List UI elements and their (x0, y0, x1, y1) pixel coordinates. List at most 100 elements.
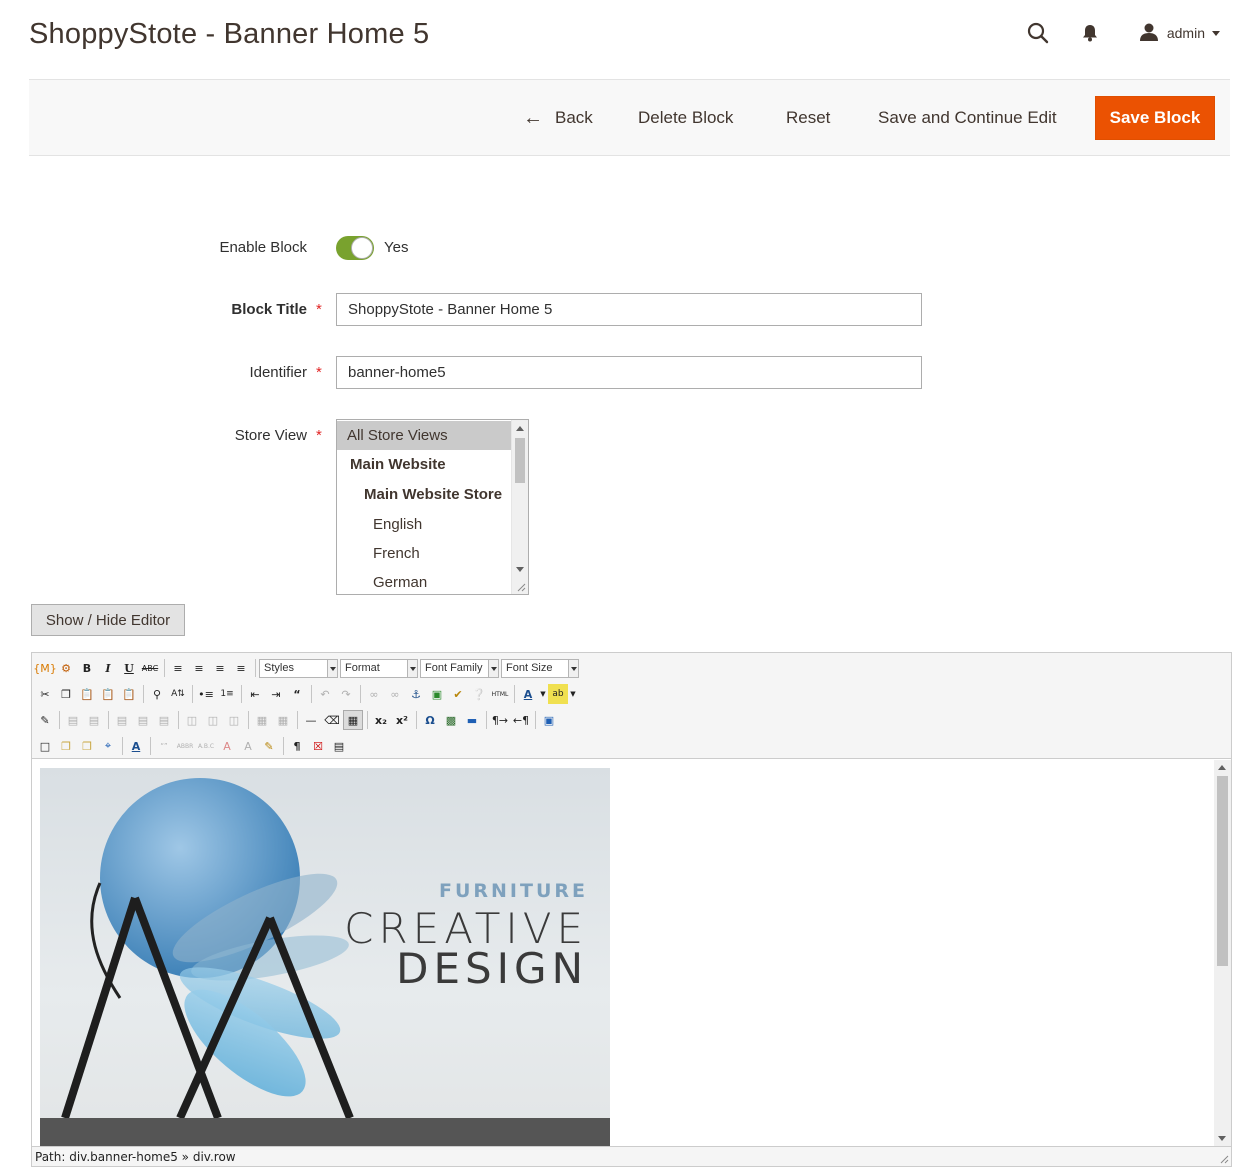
font-size-select[interactable]: Font Size (501, 658, 579, 678)
editor-scrollbar[interactable] (1214, 760, 1231, 1146)
italic-icon[interactable]: I (98, 658, 118, 678)
unlink-icon[interactable]: ∞ (385, 684, 405, 704)
superscript-icon[interactable]: x² (392, 710, 412, 730)
visual-aid-icon[interactable]: ▦ (343, 710, 363, 730)
search-icon[interactable] (1023, 18, 1053, 48)
delete-block-button[interactable]: Delete Block (638, 96, 733, 140)
paste-icon[interactable]: 📋 (77, 684, 97, 704)
styles-select[interactable]: Styles (259, 658, 338, 678)
special-char-icon[interactable]: Ω (420, 710, 440, 730)
replace-icon[interactable]: A⇅ (168, 684, 188, 704)
scroll-up-icon[interactable] (516, 426, 524, 431)
remove-format-icon[interactable]: ⌫ (322, 710, 342, 730)
store-view-option[interactable]: Main Website (337, 450, 511, 479)
media-icon[interactable]: ▩ (441, 710, 461, 730)
store-view-multiselect[interactable]: All Store Views Main Website Main Websit… (336, 419, 529, 595)
chevron-down-icon[interactable]: ▼ (569, 684, 577, 704)
link-icon[interactable]: ∞ (364, 684, 384, 704)
background-color-icon[interactable]: ab (548, 684, 568, 704)
font-family-select[interactable]: Font Family (420, 658, 499, 678)
help-icon[interactable]: ❔ (469, 684, 489, 704)
insert-layer-icon[interactable]: □ (35, 736, 55, 756)
store-view-option[interactable]: German (337, 568, 511, 594)
horizontal-rule-icon[interactable]: — (301, 710, 321, 730)
bold-icon[interactable]: B (77, 658, 97, 678)
align-left-icon[interactable]: ≡ (168, 658, 188, 678)
subscript-icon[interactable]: x₂ (371, 710, 391, 730)
image-icon[interactable]: ▣ (427, 684, 447, 704)
ins-icon[interactable]: A (238, 736, 258, 756)
align-right-icon[interactable]: ≡ (210, 658, 230, 678)
cell-props-icon[interactable]: ▤ (84, 710, 104, 730)
insert-col-after-icon[interactable]: ◫ (203, 710, 223, 730)
split-cells-icon[interactable]: ▦ (252, 710, 272, 730)
outdent-icon[interactable]: ⇤ (245, 684, 265, 704)
block-title-input[interactable] (336, 293, 922, 326)
page-break-icon[interactable]: ▤ (329, 736, 349, 756)
absolute-icon[interactable]: ⌖ (98, 736, 118, 756)
abbr-icon[interactable]: ABBR (175, 736, 195, 756)
insert-row-after-icon[interactable]: ▤ (133, 710, 153, 730)
html-source-icon[interactable]: HTML (490, 684, 510, 704)
edit-block-icon[interactable]: ✎ (35, 710, 55, 730)
format-select[interactable]: Format (340, 658, 418, 678)
show-hide-editor-button[interactable]: Show / Hide Editor (31, 604, 185, 636)
store-view-scrollbar[interactable] (511, 420, 528, 594)
nonbreaking-icon[interactable]: ▬ (462, 710, 482, 730)
move-forward-icon[interactable]: ❐ (56, 736, 76, 756)
merge-cells-icon[interactable]: ▦ (273, 710, 293, 730)
indent-icon[interactable]: ⇥ (266, 684, 286, 704)
row-props-icon[interactable]: ▤ (63, 710, 83, 730)
admin-user-menu[interactable]: admin (1139, 23, 1220, 44)
save-block-button[interactable]: Save Block (1095, 96, 1215, 140)
scroll-down-icon[interactable] (1218, 1136, 1226, 1141)
store-view-option[interactable]: Main Website Store (337, 480, 511, 509)
template-icon[interactable]: ☒ (308, 736, 328, 756)
store-view-option[interactable]: English (337, 510, 511, 539)
reset-button[interactable]: Reset (786, 96, 830, 140)
ltr-icon[interactable]: ¶→ (490, 710, 510, 730)
paste-text-icon[interactable]: 📋 (98, 684, 118, 704)
anchor-icon[interactable]: ⚓ (406, 684, 426, 704)
enable-block-toggle[interactable] (336, 236, 374, 260)
identifier-input[interactable] (336, 356, 922, 389)
scroll-down-icon[interactable] (516, 567, 524, 572)
move-backward-icon[interactable]: ❐ (77, 736, 97, 756)
redo-icon[interactable]: ↷ (336, 684, 356, 704)
insert-variable-icon[interactable]: {M} (33, 658, 57, 678)
show-blocks-icon[interactable]: ¶ (287, 736, 307, 756)
acronym-icon[interactable]: A.B.C (196, 736, 216, 756)
editor-content-area[interactable]: FURNITURE CREATIVE DESIGN (32, 760, 1231, 1146)
scroll-up-icon[interactable] (1218, 765, 1226, 770)
strikethrough-icon[interactable]: ABC (140, 658, 160, 678)
insert-col-before-icon[interactable]: ◫ (182, 710, 202, 730)
attributes-icon[interactable]: ✎ (259, 736, 279, 756)
bell-icon[interactable] (1075, 18, 1105, 48)
save-and-continue-button[interactable]: Save and Continue Edit (878, 96, 1057, 140)
copy-icon[interactable]: ❐ (56, 684, 76, 704)
cite-icon[interactable]: “” (154, 736, 174, 756)
style-props-icon[interactable]: A (126, 736, 146, 756)
resize-grip-icon[interactable] (516, 582, 526, 592)
scroll-thumb[interactable] (515, 438, 525, 483)
fullscreen-icon[interactable]: ▣ (539, 710, 559, 730)
align-justify-icon[interactable]: ≡ (231, 658, 251, 678)
insert-row-before-icon[interactable]: ▤ (112, 710, 132, 730)
bullet-list-icon[interactable]: •≡ (196, 684, 216, 704)
delete-row-icon[interactable]: ▤ (154, 710, 174, 730)
rtl-icon[interactable]: ←¶ (511, 710, 531, 730)
text-color-icon[interactable]: A (518, 684, 538, 704)
del-icon[interactable]: A (217, 736, 237, 756)
numbered-list-icon[interactable]: 1≡ (217, 684, 237, 704)
paste-word-icon[interactable]: 📋 (119, 684, 139, 704)
undo-icon[interactable]: ↶ (315, 684, 335, 704)
resize-grip-icon[interactable] (1219, 1154, 1229, 1164)
align-center-icon[interactable]: ≡ (189, 658, 209, 678)
find-icon[interactable]: ⚲ (147, 684, 167, 704)
cleanup-icon[interactable]: ✔ (448, 684, 468, 704)
back-button[interactable]: ← Back (523, 96, 593, 140)
cut-icon[interactable]: ✂ (35, 684, 55, 704)
chevron-down-icon[interactable]: ▼ (539, 684, 547, 704)
store-view-option[interactable]: All Store Views (337, 421, 511, 450)
scroll-thumb[interactable] (1217, 776, 1228, 966)
